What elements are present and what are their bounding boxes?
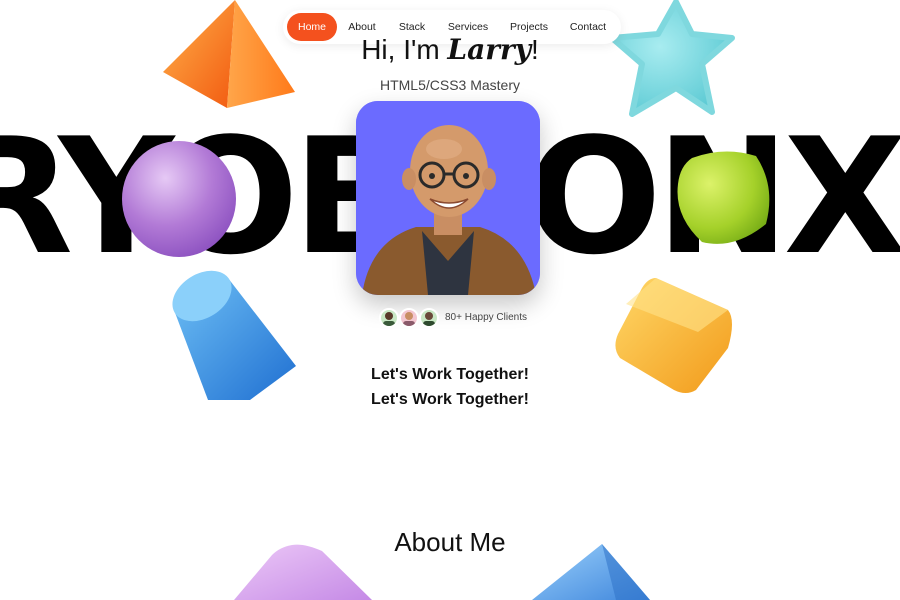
work-together-button[interactable]: Let's Work Together! [300, 366, 600, 384]
work-together-ghost-text: Let's Work Together! [300, 393, 600, 409]
lilac-pyramid-shape [234, 544, 372, 600]
profile-photo-card [356, 101, 540, 295]
purple-sphere-shape [122, 141, 236, 257]
happy-clients-label: 80+ Happy Clients [445, 312, 527, 323]
yellow-cube-shape [615, 278, 732, 393]
hero-heading: Hi, I'm Larry! [250, 30, 650, 70]
green-cube-shape [677, 151, 770, 244]
hero-punct: ! [531, 34, 539, 65]
hero-greeting: Hi, I'm [361, 34, 448, 65]
client-avatar [379, 308, 399, 328]
hero-name: Larry [447, 33, 532, 66]
profile-photo [356, 101, 540, 295]
client-avatar [399, 308, 419, 328]
client-avatar [419, 308, 439, 328]
hero-subtitle: HTML5/CSS3 Mastery [379, 77, 521, 93]
blue-cylinder-shape [172, 270, 296, 400]
blue-pyramid-shape [532, 544, 650, 600]
work-together-ghost-label: Let's Work Together! [371, 393, 529, 408]
